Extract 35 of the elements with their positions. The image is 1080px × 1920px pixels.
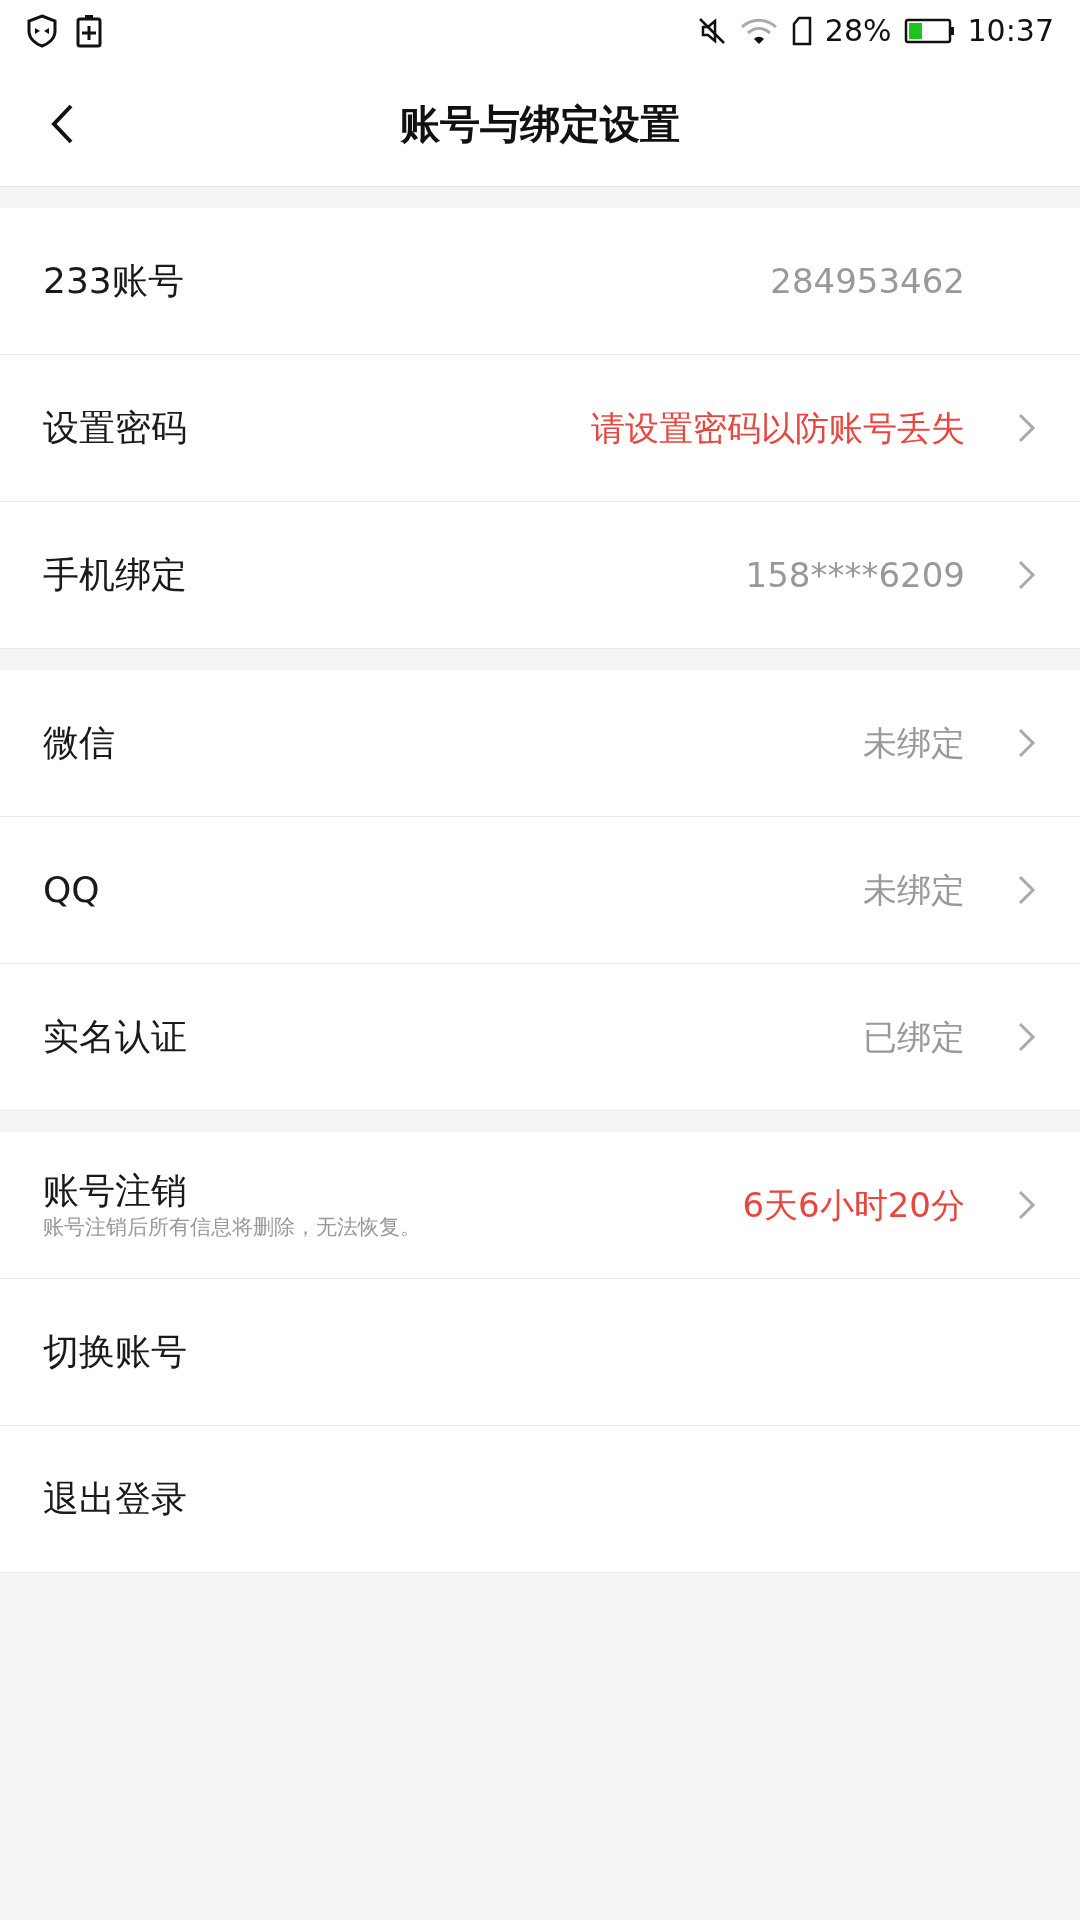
row-value: 未绑定 [863, 868, 965, 912]
shield-icon [26, 13, 58, 48]
row-label: 实名认证 [43, 1015, 188, 1059]
settings-row[interactable]: 实名认证 已绑定 [0, 964, 1080, 1111]
row-value: 158****6209 [745, 553, 965, 597]
row-subtitle: 账号注销后所有信息将删除，无法恢复。 [43, 1214, 422, 1241]
row-value: 6天6小时20分 [742, 1183, 965, 1227]
settings-row[interactable]: 手机绑定 158****6209 [0, 502, 1080, 649]
sim-card-icon [790, 15, 813, 46]
row-value: 已绑定 [863, 1015, 965, 1059]
row-label: 233账号 [43, 259, 185, 303]
row-label: 账号注销 [43, 1169, 188, 1213]
row-value: 284953462 [770, 259, 965, 303]
settings-row[interactable]: 切换账号 [0, 1279, 1080, 1426]
battery-plus-icon [76, 13, 102, 48]
row-label: 设置密码 [43, 406, 188, 450]
row-value: 请设置密码以防账号丢失 [591, 406, 965, 450]
settings-row[interactable]: QQ 未绑定 [0, 817, 1080, 964]
settings-row[interactable]: 账号注销 账号注销后所有信息将删除，无法恢复。 6天6小时20分 [0, 1132, 1080, 1279]
battery-percent: 28% [824, 12, 892, 50]
row-label: 退出登录 [43, 1477, 188, 1521]
settings-row[interactable]: 退出登录 [0, 1426, 1080, 1573]
settings-row[interactable]: 设置密码 请设置密码以防账号丢失 [0, 355, 1080, 502]
row-label: 切换账号 [43, 1330, 188, 1374]
mute-icon [696, 15, 727, 46]
page-title: 账号与绑定设置 [400, 99, 680, 149]
clock: 10:37 [967, 12, 1054, 50]
row-value: 未绑定 [863, 721, 965, 765]
row-label: QQ [43, 868, 101, 912]
settings-row[interactable]: 微信 未绑定 [0, 670, 1080, 817]
row-label: 微信 [43, 721, 116, 765]
settings-row[interactable]: 233账号 284953462 [0, 208, 1080, 355]
row-label: 手机绑定 [43, 553, 188, 597]
battery-icon [903, 16, 956, 45]
back-icon [49, 102, 75, 145]
